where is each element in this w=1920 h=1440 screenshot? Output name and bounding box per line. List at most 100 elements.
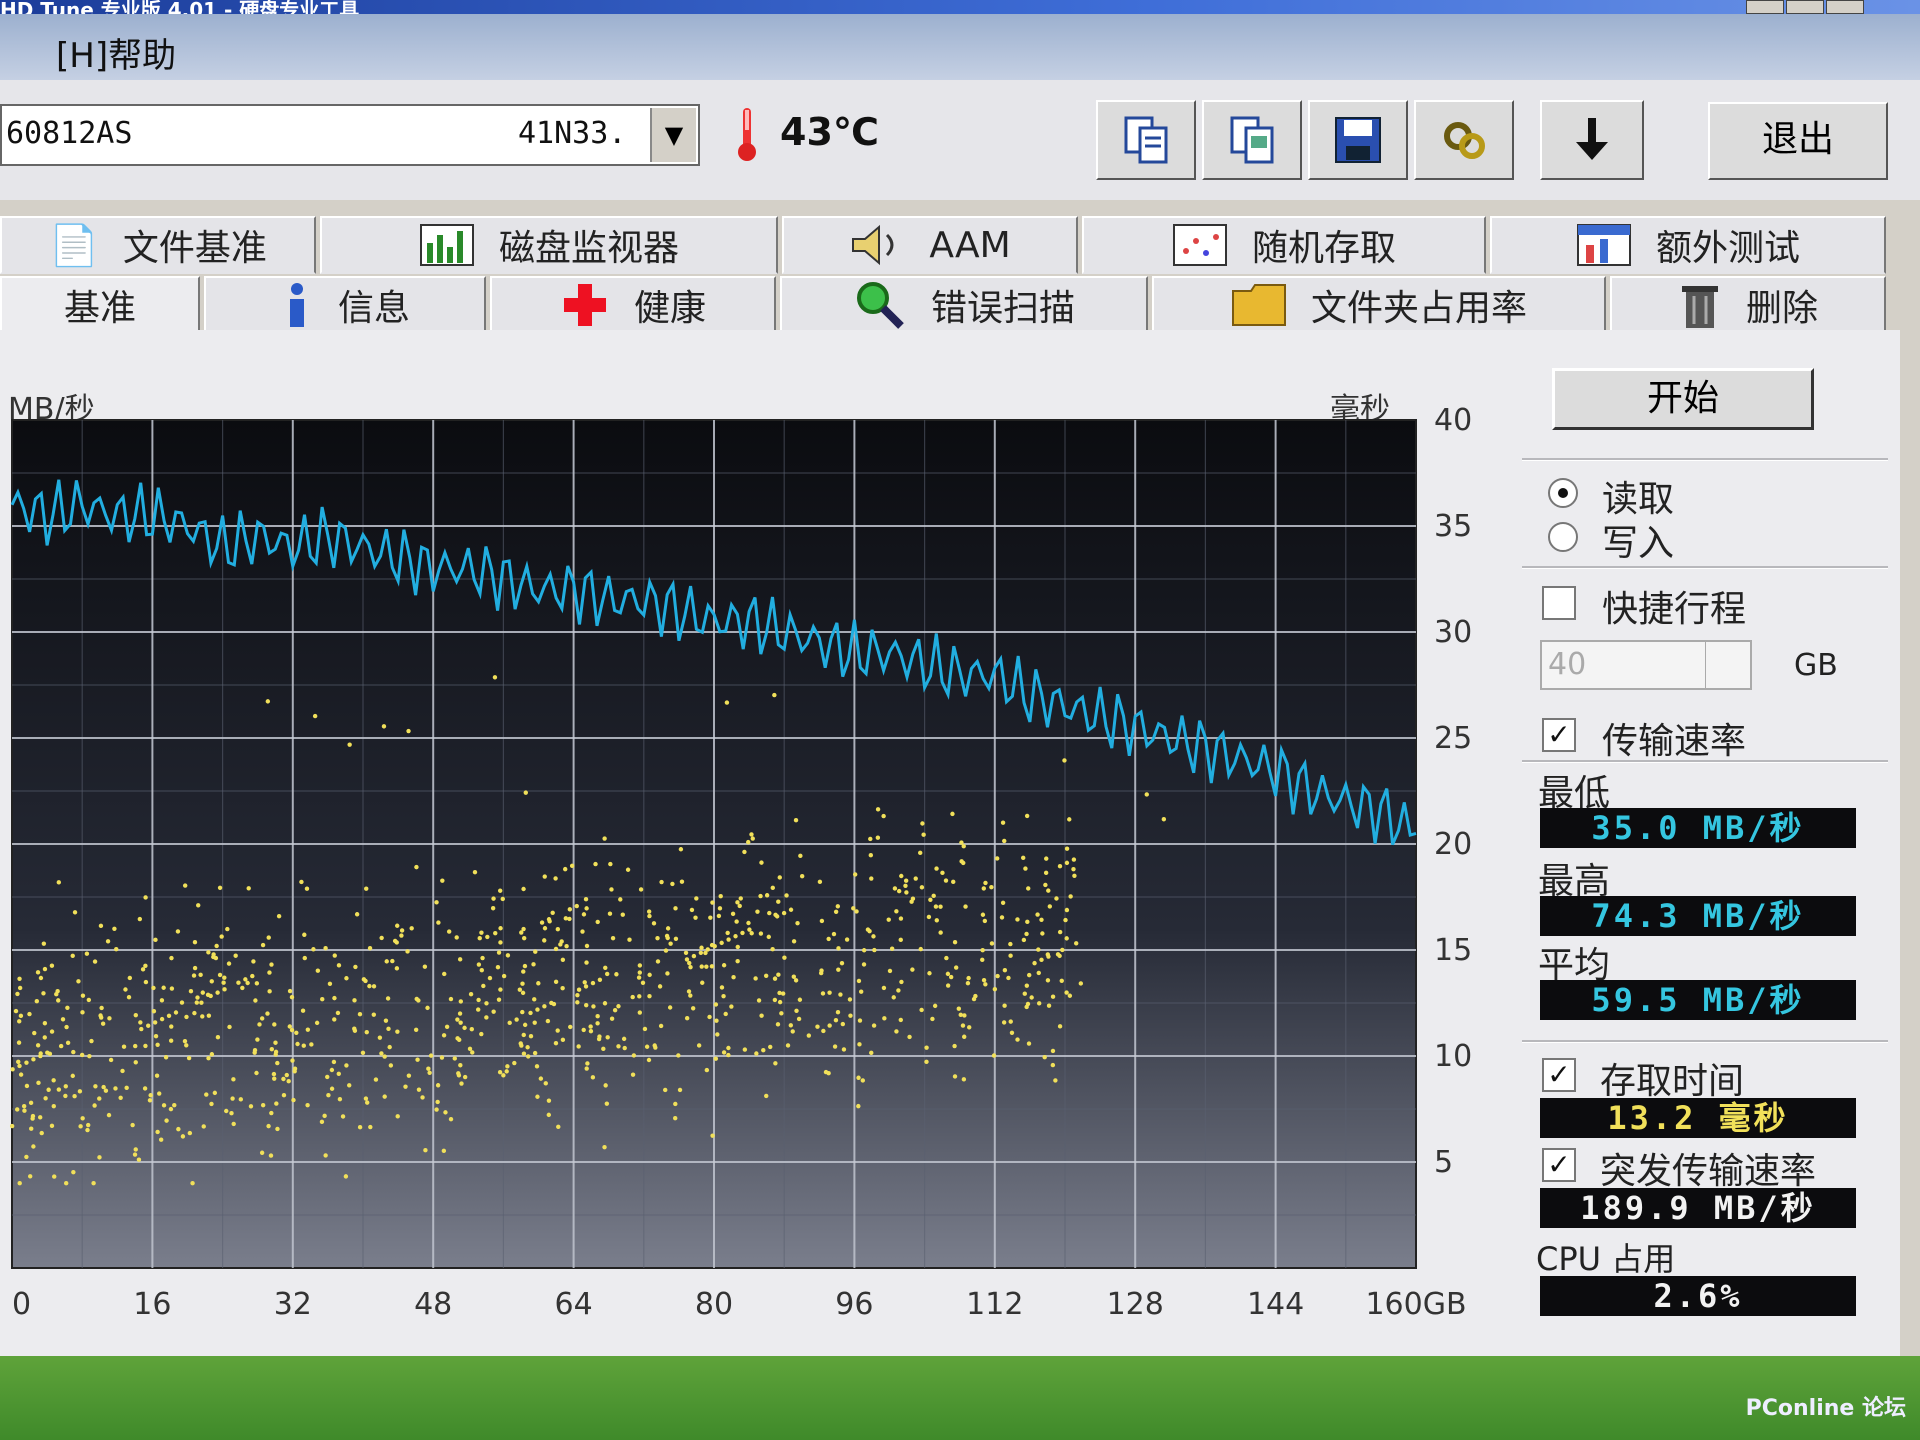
access-time-point bbox=[774, 914, 780, 919]
access-time-point bbox=[84, 951, 90, 956]
access-time-point bbox=[251, 959, 256, 964]
access-time-point bbox=[679, 879, 685, 884]
burst-rate-checkbox[interactable]: ✓ bbox=[1542, 1148, 1576, 1182]
access-time-point bbox=[236, 980, 241, 985]
short-stroke-spinner[interactable]: 40 bbox=[1540, 640, 1752, 690]
access-time-point bbox=[684, 1016, 690, 1021]
access-time-point bbox=[886, 917, 891, 922]
tab-info[interactable]: 信息 bbox=[204, 276, 486, 334]
x-tick-label: 80 bbox=[695, 1287, 733, 1320]
tab-file-benchmark[interactable]: 📄 文件基准 bbox=[0, 216, 316, 274]
drive-select[interactable]: 60812AS 41N33. ▼ bbox=[0, 104, 700, 166]
short-stroke-checkbox[interactable] bbox=[1542, 586, 1576, 620]
transfer-rate-checkbox[interactable]: ✓ bbox=[1542, 718, 1576, 752]
access-time-point bbox=[458, 1063, 463, 1068]
access-time-point bbox=[797, 997, 803, 1002]
access-time-point bbox=[777, 999, 783, 1005]
access-time-point bbox=[420, 1095, 425, 1100]
access-time-point bbox=[423, 1148, 428, 1153]
copy-screenshot-button[interactable] bbox=[1202, 100, 1302, 180]
access-time-point bbox=[136, 1157, 142, 1162]
access-time-point bbox=[1064, 936, 1069, 941]
access-time-point bbox=[17, 1019, 22, 1024]
options-button[interactable] bbox=[1414, 100, 1514, 180]
access-time-point bbox=[560, 957, 566, 962]
access-time-point bbox=[934, 866, 939, 871]
tab-aam[interactable]: AAM bbox=[782, 216, 1078, 274]
access-time-point bbox=[1045, 952, 1051, 957]
access-time-value: 13.2 毫秒 bbox=[1540, 1098, 1856, 1138]
access-time-point bbox=[924, 1045, 929, 1050]
access-time-point bbox=[92, 1103, 97, 1108]
extra-tests-icon bbox=[1576, 224, 1631, 266]
access-time-point bbox=[733, 934, 738, 939]
access-time-point bbox=[610, 935, 616, 941]
access-time-point bbox=[302, 955, 307, 961]
access-time-point bbox=[848, 1013, 853, 1018]
chevron-down-icon[interactable]: ▼ bbox=[650, 108, 696, 162]
read-radio[interactable] bbox=[1548, 478, 1578, 508]
minimize-button[interactable] bbox=[1746, 0, 1784, 14]
access-time-point bbox=[426, 1066, 431, 1071]
tab-random-access[interactable]: 随机存取 bbox=[1082, 216, 1486, 274]
access-time-point bbox=[395, 923, 400, 928]
access-time-point bbox=[887, 968, 893, 974]
download-button[interactable] bbox=[1540, 100, 1644, 180]
access-time-point bbox=[295, 1041, 300, 1047]
save-icon bbox=[1335, 117, 1381, 163]
access-time-point bbox=[275, 1060, 280, 1066]
watermark: PConline 论坛 bbox=[1745, 1396, 1906, 1421]
access-time-point bbox=[124, 1085, 129, 1091]
access-time-point bbox=[113, 1086, 118, 1091]
spinner-arrows-icon[interactable] bbox=[1705, 642, 1750, 688]
access-time-point bbox=[766, 934, 771, 940]
access-time-point bbox=[584, 1066, 589, 1071]
access-time-point bbox=[209, 979, 214, 984]
menu-help[interactable]: [H]帮助 bbox=[56, 28, 176, 77]
access-time-checkbox[interactable]: ✓ bbox=[1542, 1058, 1576, 1092]
access-time-point bbox=[927, 971, 932, 976]
tab-disk-monitor[interactable]: 磁盘监视器 bbox=[320, 216, 778, 274]
access-time-point bbox=[78, 1124, 83, 1129]
access-time-point bbox=[354, 912, 360, 917]
access-time-point bbox=[443, 1110, 448, 1115]
access-time-point bbox=[1042, 1055, 1047, 1060]
copy-text-button[interactable] bbox=[1096, 100, 1196, 180]
access-time-point bbox=[17, 1181, 22, 1186]
access-time-point bbox=[833, 909, 839, 914]
access-time-point bbox=[267, 989, 272, 994]
access-time-point bbox=[1054, 896, 1059, 901]
access-time-point bbox=[240, 985, 245, 991]
disk-monitor-icon bbox=[419, 224, 474, 266]
tab-health[interactable]: 健康 bbox=[490, 276, 776, 334]
tab-erase[interactable]: 删除 bbox=[1610, 276, 1886, 334]
access-time-point bbox=[776, 899, 781, 904]
access-time-point bbox=[928, 897, 933, 902]
access-time-point bbox=[332, 1017, 337, 1022]
access-time-point bbox=[819, 968, 824, 973]
access-time-point bbox=[584, 906, 589, 911]
access-time-point bbox=[290, 1058, 295, 1063]
tab-extra-tests[interactable]: 额外测试 bbox=[1490, 216, 1886, 274]
save-button[interactable] bbox=[1308, 100, 1408, 180]
access-time-point bbox=[833, 1018, 839, 1023]
access-time-point bbox=[826, 936, 831, 942]
write-radio[interactable] bbox=[1548, 522, 1578, 552]
access-time-point bbox=[869, 1050, 874, 1056]
access-time-point bbox=[49, 1123, 55, 1129]
access-time-point bbox=[553, 979, 559, 985]
access-time-point bbox=[653, 1045, 658, 1050]
close-button[interactable] bbox=[1826, 0, 1864, 14]
maximize-button[interactable] bbox=[1786, 0, 1824, 14]
access-time-point bbox=[851, 906, 856, 911]
access-time-point bbox=[1047, 904, 1053, 909]
tab-benchmark[interactable]: 基准 bbox=[0, 276, 200, 334]
access-time-point bbox=[933, 904, 939, 909]
access-time-point bbox=[325, 1074, 330, 1080]
tab-error-scan[interactable]: 错误扫描 bbox=[780, 276, 1148, 334]
access-time-point bbox=[367, 945, 373, 951]
tab-folder-usage[interactable]: 文件夹占用率 bbox=[1152, 276, 1606, 334]
access-time-point bbox=[137, 916, 143, 922]
exit-button[interactable]: 退出 bbox=[1708, 102, 1888, 180]
start-button[interactable]: 开始 bbox=[1552, 368, 1814, 430]
